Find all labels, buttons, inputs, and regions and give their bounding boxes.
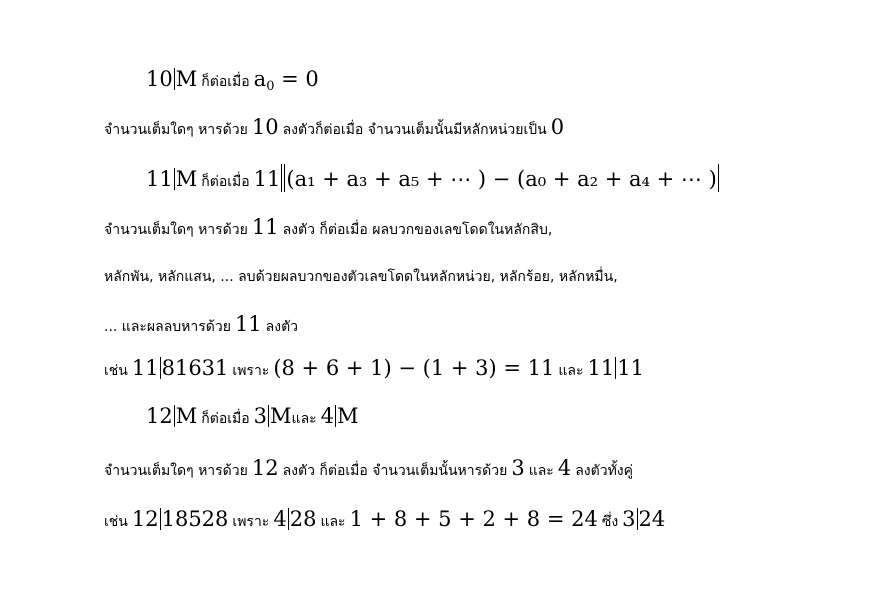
divides-bar — [159, 357, 161, 379]
document-page: 10 M ก็ต่อเมื่อ a0 = 0 จำนวนเต็มใดๆ หารด้… — [0, 0, 875, 600]
variable-m: M — [175, 167, 198, 191]
rule-11-description-line-1: จำนวนเต็มใดๆ หารด้วย 11 ลงตัว ก็ต่อเมื่อ… — [104, 215, 553, 239]
divisor-12: 12 — [146, 404, 173, 428]
rule-10-description: จำนวนเต็มใดๆ หารด้วย 10 ลงตัวก็ต่อเมื่อ … — [104, 115, 565, 139]
rule-10-statement: 10 M ก็ต่อเมื่อ a0 = 0 — [146, 67, 319, 94]
divides-bar — [173, 405, 175, 427]
rule-12-example: เช่น 12 18528 เพราะ 4 28 และ 1 + 8 + 5 + 2… — [104, 507, 666, 531]
iff-text: ก็ต่อเมื่อ — [201, 74, 250, 90]
variable-m: M — [175, 404, 198, 428]
variable-m: M — [175, 67, 198, 91]
divides-bar — [173, 168, 175, 190]
divides-bar — [159, 508, 161, 530]
divides-bar — [281, 164, 283, 192]
rule-11-example: เช่น 11 81631 เพราะ (8 + 6 + 1) − (1 + 3)… — [104, 356, 644, 380]
divides-bar — [268, 405, 270, 427]
abs-close-bar — [717, 164, 719, 192]
iff-text: ก็ต่อเมื่อ — [201, 411, 250, 427]
alternating-sum-expression: (a₁ + a₃ + a₅ + ⋯ ) − (a₀ + a₂ + a₄ + ⋯ … — [286, 167, 717, 191]
divides-bar — [636, 508, 638, 530]
rule-11-description-line-2: หลักพัน, หลักแสน, ... ลบด้วยผลบวกของตัวเ… — [104, 269, 618, 285]
divides-bar — [173, 68, 175, 90]
divides-bar — [287, 508, 289, 530]
digit-expression: a0 = 0 — [253, 67, 319, 94]
divisor-11: 11 — [146, 167, 173, 191]
divisor-10: 10 — [146, 67, 173, 91]
rule-11-description-line-3: ... และผลลบหารด้วย 11 ลงตัว — [104, 312, 299, 336]
iff-text: ก็ต่อเมื่อ — [201, 174, 250, 190]
rule-11-statement: 11 M ก็ต่อเมื่อ 11 (a₁ + a₃ + a₅ + ⋯ ) − (… — [146, 164, 720, 192]
rule-12-description: จำนวนเต็มใดๆ หารด้วย 12 ลงตัว ก็ต่อเมื่อ… — [104, 456, 634, 480]
divides-bar — [335, 405, 337, 427]
rule-12-statement: 12 M ก็ต่อเมื่อ 3 Mและ 4M — [146, 404, 359, 428]
